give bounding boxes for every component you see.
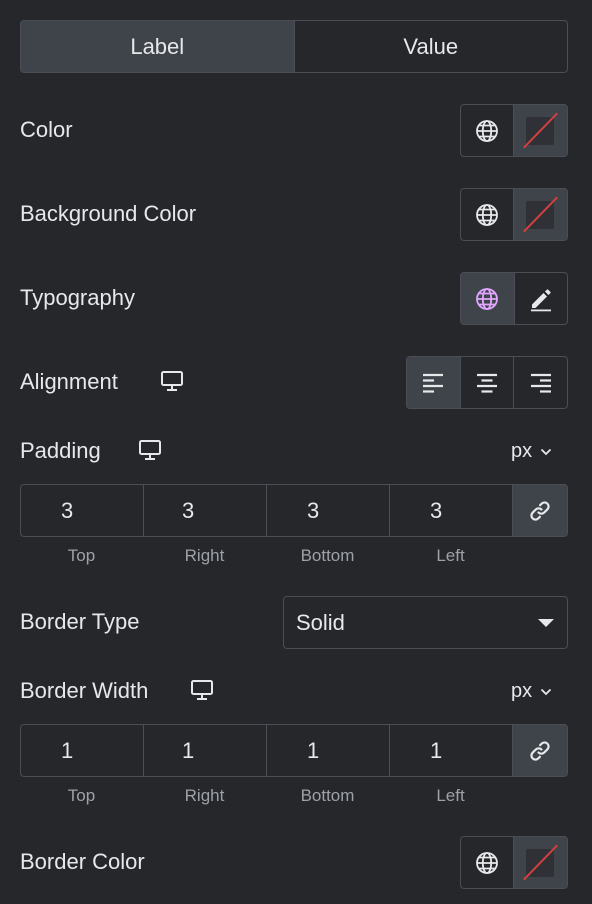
globe-icon	[476, 119, 498, 142]
padding-bottom-input[interactable]: 3	[267, 485, 390, 536]
side-label-bottom: Bottom	[300, 546, 355, 565]
border-type-select[interactable]: Solid	[283, 596, 568, 649]
globe-icon	[476, 851, 498, 874]
side-label-bottom: Bottom	[300, 786, 355, 805]
side-label-right: Right	[184, 786, 225, 805]
pencil-icon	[530, 288, 551, 311]
color-label: Color	[20, 117, 73, 142]
desktop-icon[interactable]	[160, 370, 184, 392]
global-colors-button[interactable]	[461, 105, 513, 156]
padding-top-input[interactable]: 3	[21, 485, 144, 536]
global-typography-button[interactable]	[461, 273, 514, 324]
link-icon	[530, 500, 550, 521]
border-color-swatch-button[interactable]	[513, 837, 567, 888]
typography-label: Typography	[20, 285, 135, 310]
link-icon	[530, 740, 550, 761]
border-width-bottom-input[interactable]: 1	[267, 725, 390, 776]
padding-label: Padding	[20, 438, 101, 463]
border-width-label: Border Width	[20, 678, 149, 703]
padding-left-input[interactable]: 3	[390, 485, 513, 536]
border-type-value: Solid	[296, 609, 345, 635]
chevron-down-icon	[540, 688, 552, 695]
border-width-left-input[interactable]: 1	[390, 725, 513, 776]
desktop-icon[interactable]	[138, 439, 162, 461]
globe-icon	[476, 287, 499, 310]
global-colors-button[interactable]	[461, 189, 513, 240]
side-label-left: Left	[436, 786, 465, 805]
padding-right-input[interactable]: 3	[144, 485, 267, 536]
padding-unit-value: px	[511, 440, 533, 462]
padding-link-button[interactable]	[513, 485, 567, 536]
alignment-label: Alignment	[20, 369, 118, 394]
edit-typography-button[interactable]	[513, 273, 567, 324]
tab-label[interactable]: Label	[21, 21, 294, 72]
border-width-link-button[interactable]	[513, 725, 567, 776]
side-label-left: Left	[436, 546, 465, 565]
border-color-label: Border Color	[20, 849, 145, 874]
padding-unit-select[interactable]: px	[511, 440, 552, 463]
border-width-top-input[interactable]: 1	[21, 725, 144, 776]
border-width-right-input[interactable]: 1	[144, 725, 267, 776]
background-color-control	[460, 188, 568, 241]
chevron-down-icon	[540, 448, 552, 455]
style-tabs: Label Value	[20, 20, 568, 73]
border-width-side-labels: Top Right Bottom Left	[20, 786, 512, 806]
align-left-icon	[423, 373, 444, 393]
border-width-inputs: 1 1 1 1	[20, 724, 568, 777]
no-color-slash-icon	[523, 112, 558, 149]
align-right-icon	[530, 373, 551, 393]
border-width-unit-value: px	[511, 680, 533, 702]
padding-side-labels: Top Right Bottom Left	[20, 546, 512, 566]
side-label-top: Top	[67, 786, 96, 805]
align-left-button[interactable]	[407, 357, 460, 408]
side-label-right: Right	[184, 546, 225, 565]
no-color-slash-icon	[523, 196, 558, 233]
alignment-control	[406, 356, 568, 409]
color-swatch-button[interactable]	[513, 105, 567, 156]
color-control	[460, 104, 568, 157]
desktop-icon[interactable]	[190, 679, 214, 701]
border-width-unit-select[interactable]: px	[511, 680, 552, 703]
background-color-swatch-button[interactable]	[513, 189, 567, 240]
background-color-label: Background Color	[20, 201, 197, 226]
global-colors-button[interactable]	[461, 837, 513, 888]
globe-icon	[476, 203, 498, 226]
tab-value[interactable]: Value	[293, 21, 568, 72]
no-color-slash-icon	[523, 844, 558, 881]
border-type-label: Border Type	[20, 609, 140, 634]
align-right-button[interactable]	[513, 357, 567, 408]
caret-down-icon	[538, 619, 554, 627]
side-label-top: Top	[67, 546, 96, 565]
typography-control	[460, 272, 568, 325]
border-color-control	[460, 836, 568, 889]
align-center-button[interactable]	[459, 357, 514, 408]
padding-inputs: 3 3 3 3	[20, 484, 568, 537]
align-center-icon	[477, 373, 497, 393]
